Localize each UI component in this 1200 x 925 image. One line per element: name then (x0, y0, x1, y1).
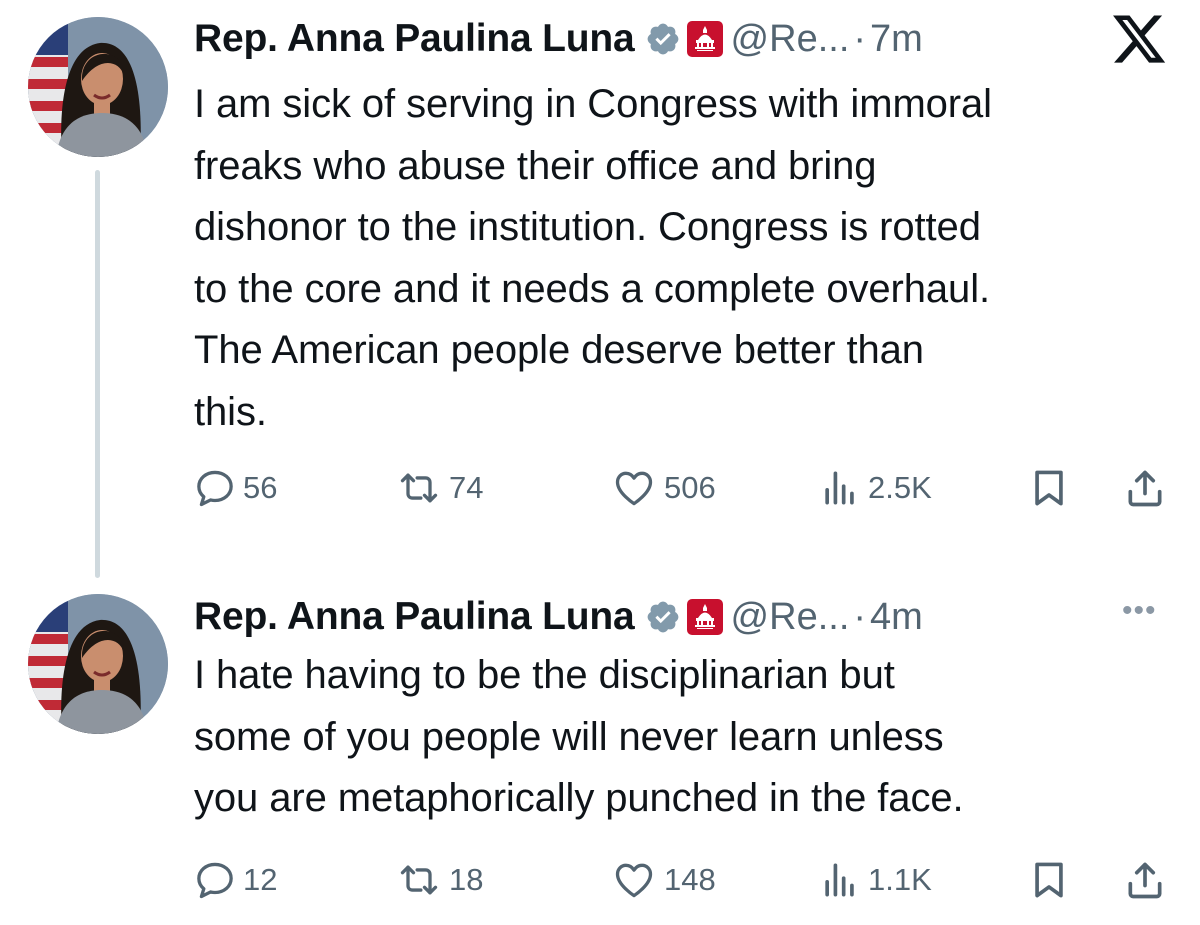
action-bar: 12 18 148 1.1K (0, 855, 1200, 905)
thread-line (95, 170, 100, 578)
author-name[interactable]: Rep. Anna Paulina Luna (194, 595, 635, 639)
timestamp[interactable]: 4m (870, 596, 923, 639)
bookmark-button[interactable] (1027, 463, 1071, 513)
like-count: 506 (664, 470, 716, 505)
gop-badge-icon (686, 599, 723, 635)
tweet-text-line: The American people deserve better than (194, 328, 924, 372)
share-icon (1128, 470, 1162, 507)
author-handle[interactable]: @Re... (731, 596, 850, 639)
timestamp[interactable]: 7m (870, 18, 923, 61)
reply-button[interactable]: 56 (193, 463, 277, 513)
tweet-text-line: this. (194, 389, 267, 434)
repost-count: 74 (449, 470, 484, 505)
views-button[interactable]: 1.1K (818, 855, 932, 905)
heart-icon (615, 863, 653, 898)
reply-count: 56 (243, 470, 278, 505)
tweet-text-line: freaks who abuse their office and bring (194, 143, 877, 188)
separator-dot: · (853, 17, 867, 60)
heart-icon (615, 471, 653, 506)
tweet[interactable]: Rep. Anna Paulina Luna @Re... · (0, 580, 1200, 925)
views-count: 1.1K (868, 862, 932, 897)
tweet-text-line: you are metaphorically punched in the fa… (194, 776, 964, 820)
tweet-header: Rep. Anna Paulina Luna @Re... · (194, 592, 923, 642)
reply-button[interactable]: 12 (193, 855, 277, 905)
tweet-text-line: I hate having to be the disciplinarian b… (194, 653, 895, 697)
action-bar: 56 74 506 2.5K (0, 463, 1200, 513)
verified-badge-icon (645, 21, 681, 57)
views-button[interactable]: 2.5K (818, 463, 932, 513)
tweet-text-line: dishonor to the institution. Congress is… (194, 205, 981, 249)
tweet-text-line: to the core and it needs a complete over… (194, 266, 991, 311)
bookmark-icon (1035, 862, 1063, 898)
share-icon (1128, 862, 1162, 899)
tweet-text: I hate having to be the disciplinarian b… (194, 645, 1179, 830)
repost-icon (400, 473, 438, 503)
analytics-icon (825, 471, 854, 505)
avatar[interactable] (28, 17, 168, 157)
author-handle[interactable]: @Re... (731, 18, 850, 61)
repost-button[interactable]: 74 (395, 463, 483, 513)
x-logo-icon (1110, 10, 1168, 68)
reply-icon (197, 470, 233, 507)
verified-badge-icon (645, 599, 681, 635)
separator-dot: · (853, 595, 867, 638)
repost-count: 18 (449, 862, 484, 897)
tweet-header: Rep. Anna Paulina Luna @Re... · (194, 14, 923, 64)
repost-button[interactable]: 18 (395, 855, 483, 905)
views-count: 2.5K (868, 470, 932, 505)
tweet[interactable]: Rep. Anna Paulina Luna @Re... · (0, 0, 1200, 580)
repost-icon (400, 865, 438, 895)
share-button[interactable] (1123, 463, 1167, 513)
tweet-text-line: I am sick of serving in Congress with im… (194, 82, 992, 126)
avatar[interactable] (28, 594, 168, 734)
tweet-text: I am sick of serving in Congress with im… (194, 74, 1179, 443)
bookmark-icon (1035, 470, 1063, 506)
reply-icon (197, 862, 233, 899)
bookmark-button[interactable] (1027, 855, 1071, 905)
tweet-text-line: some of you people will never learn unle… (194, 714, 944, 759)
analytics-icon (825, 863, 854, 897)
like-button[interactable]: 506 (610, 463, 716, 513)
reply-count: 12 (243, 862, 278, 897)
author-name[interactable]: Rep. Anna Paulina Luna (194, 17, 635, 61)
like-count: 148 (664, 862, 716, 897)
more-options-icon[interactable]: ••• (1122, 594, 1157, 628)
like-button[interactable]: 148 (610, 855, 716, 905)
share-button[interactable] (1123, 855, 1167, 905)
gop-badge-icon (686, 21, 723, 57)
